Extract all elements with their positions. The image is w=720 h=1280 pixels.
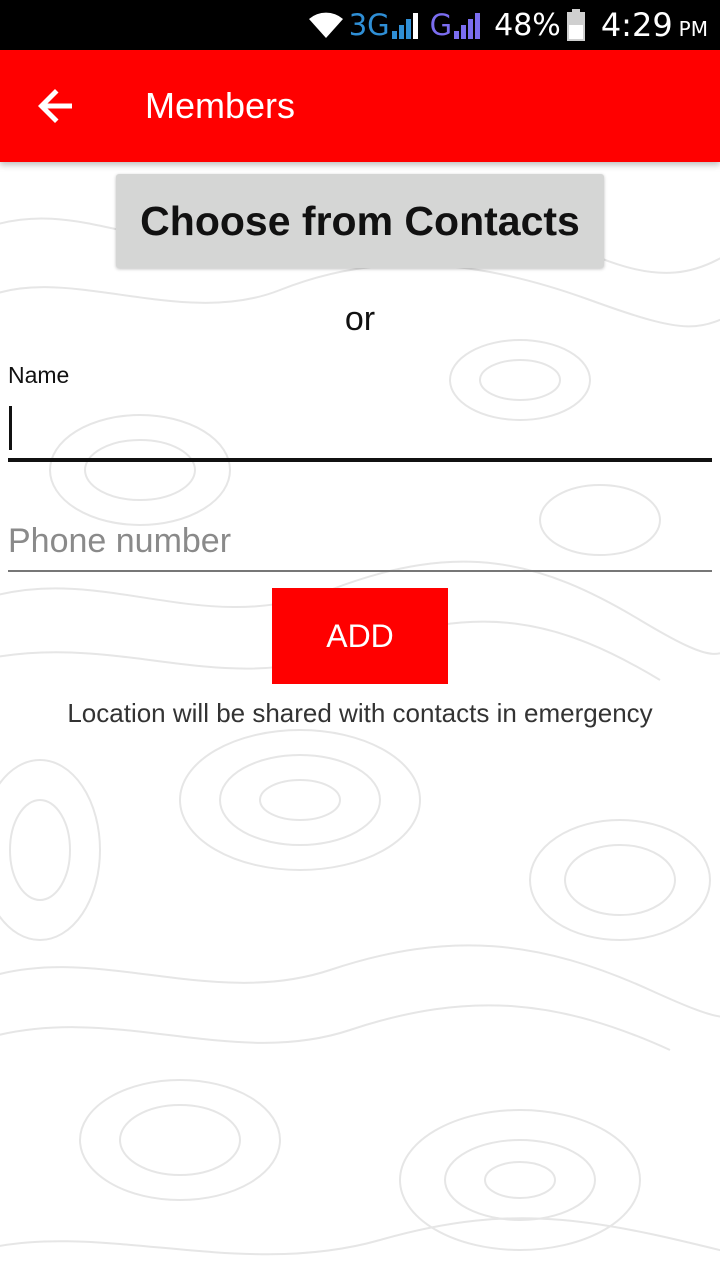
status-icons: 3G G 48% 4:29 PM: [307, 0, 708, 50]
or-separator: or: [344, 300, 376, 338]
text-cursor: [9, 406, 12, 450]
add-button[interactable]: ADD: [272, 588, 448, 684]
network-3g-label: 3G: [348, 8, 390, 42]
choose-from-contacts-button[interactable]: Choose from Contacts: [116, 174, 604, 268]
app-bar: Members: [0, 50, 720, 162]
phone-number-placeholder: Phone number: [8, 522, 232, 560]
network-g-label: G: [429, 8, 453, 42]
back-button[interactable]: [22, 72, 90, 140]
battery-percent: 48%: [494, 7, 561, 43]
page-title: Members: [145, 85, 296, 126]
clock-ampm: PM: [678, 17, 708, 41]
signal-g-icon: [452, 11, 484, 39]
status-bar: 3G G 48% 4:29 PM: [0, 0, 720, 50]
name-label: Name: [8, 362, 70, 388]
location-share-info: Location will be shared with contacts in…: [67, 698, 653, 728]
signal-3g-icon: [390, 11, 422, 39]
phone-number-input[interactable]: Phone number: [8, 512, 712, 572]
arrow-back-icon: [38, 89, 72, 123]
battery-icon: [566, 9, 585, 41]
clock-time: 4:29: [600, 6, 673, 44]
members-form: Choose from Contacts or Name Phone numbe…: [0, 162, 720, 1280]
name-input[interactable]: [8, 400, 712, 462]
wifi-icon: [307, 10, 345, 40]
